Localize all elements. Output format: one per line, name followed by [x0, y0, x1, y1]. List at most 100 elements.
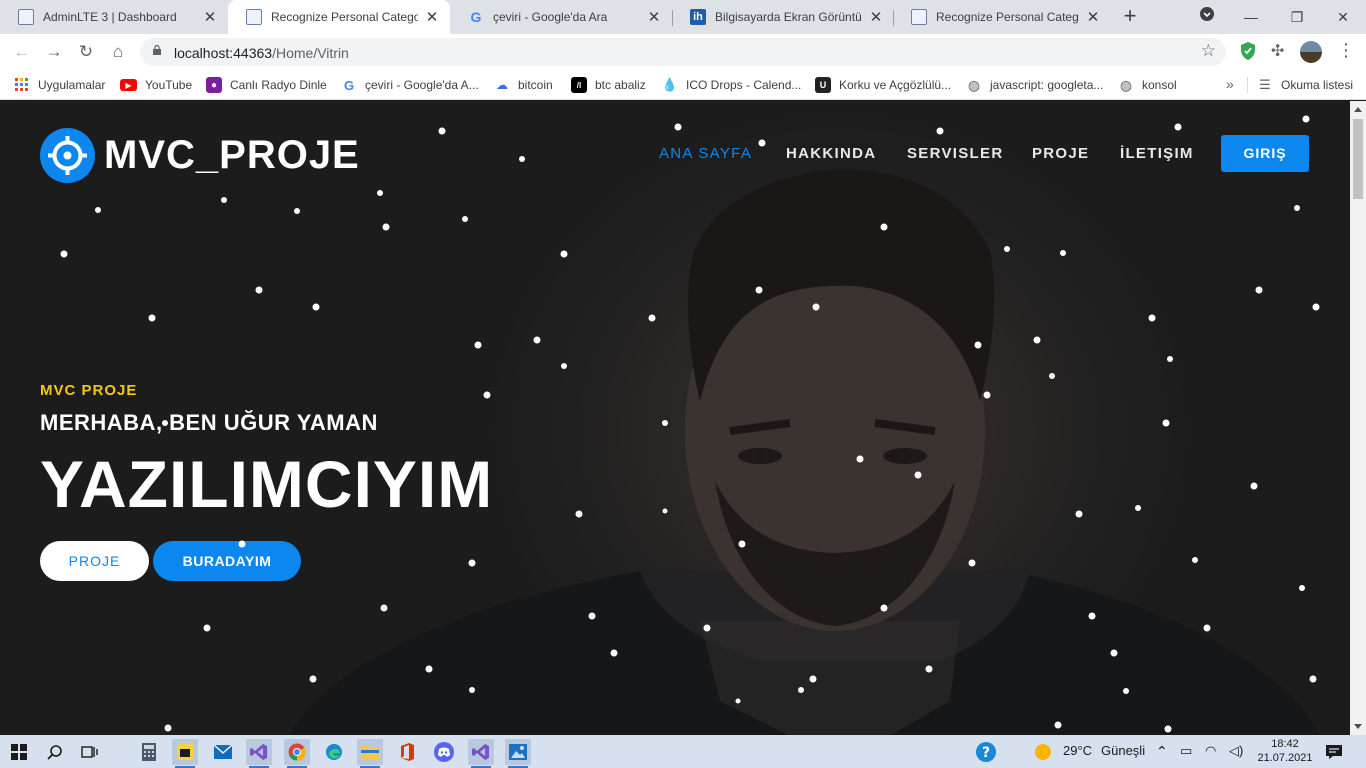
new-tab-button[interactable]: +: [1118, 4, 1142, 28]
address-bar[interactable]: localhost:44363/Home/Vitrin ☆: [140, 38, 1226, 66]
browser-menu-icon[interactable]: ⋮: [1336, 40, 1356, 61]
restore-button[interactable]: ❐: [1274, 0, 1320, 34]
wifi-icon[interactable]: ◠: [1205, 743, 1216, 759]
file-explorer-icon[interactable]: [357, 739, 383, 768]
document-icon: [911, 9, 927, 25]
tray-chevron-up-icon[interactable]: ⌃: [1156, 743, 1168, 760]
url-text: localhost:44363/Home/Vitrin: [174, 45, 349, 61]
mail-icon[interactable]: [210, 739, 236, 765]
bookmark-label: Korku ve Açgözlülü...: [839, 78, 952, 92]
speaker-icon[interactable]: ◁): [1229, 743, 1243, 759]
tab-title: Bilgisayarda Ekran Görüntüsü: [715, 10, 862, 24]
proje-button[interactable]: PROJE: [40, 541, 149, 581]
bookmark-youtube[interactable]: ▶ YouTube: [120, 76, 192, 94]
bookmark-label: bitcoin: [518, 78, 553, 92]
tab-google-search[interactable]: G çeviri - Google'da Ara ✕: [450, 0, 672, 34]
document-icon: [246, 9, 262, 25]
bookmark-fear-greed[interactable]: U Korku ve Açgözlülü...: [815, 76, 951, 94]
hero-section: MVC_PROJE ANA SAYFA HAKKINDA SERVISLER P…: [0, 101, 1350, 735]
back-arrow-icon[interactable]: ←: [10, 40, 34, 64]
shield-extension-icon[interactable]: [1239, 41, 1257, 61]
nav-proje[interactable]: PROJE: [1032, 145, 1089, 162]
google-icon: G: [470, 9, 482, 25]
bookmarks-bar: Uygulamalar ▶ YouTube ● Canlı Radyo Dinl…: [0, 70, 1366, 100]
site-logo[interactable]: MVC_PROJE: [40, 128, 360, 183]
bookmark-konsol[interactable]: ◍ konsol: [1118, 76, 1177, 94]
edge-icon[interactable]: [321, 739, 347, 765]
page-scrollbar[interactable]: [1350, 101, 1366, 735]
reload-icon[interactable]: ↻: [74, 40, 98, 64]
close-icon[interactable]: ✕: [868, 8, 884, 26]
bookmark-bitcoin[interactable]: ☁ bitcoin: [494, 76, 553, 94]
browser-toolbar: ← → ↻ ⌂ localhost:44363/Home/Vitrin ☆ ✣ …: [0, 34, 1366, 70]
bookmark-label: btc abaliz: [595, 78, 646, 92]
windows-taskbar: ? 29°C Güneşli ⌃ ▭ ◠ ◁) 18:42 21.07.2021: [0, 735, 1366, 768]
weather-temperature[interactable]: 29°C: [1063, 743, 1092, 758]
nav-hakkinda[interactable]: HAKKINDA: [786, 145, 876, 162]
tab-screenshot-article[interactable]: ih Bilgisayarda Ekran Görüntüsü ✕: [672, 0, 894, 34]
tradingview-icon: /l: [571, 77, 587, 93]
nav-servisler[interactable]: SERVISLER: [907, 145, 1003, 162]
profile-avatar[interactable]: [1300, 41, 1322, 63]
home-icon[interactable]: ⌂: [106, 40, 130, 64]
lock-icon: [153, 45, 161, 55]
visual-studio-icon[interactable]: [246, 739, 272, 768]
tab-title: Recognize Personal Category: [936, 10, 1079, 24]
extensions-puzzle-icon[interactable]: ✣: [1271, 41, 1284, 61]
scrollbar-thumb[interactable]: [1353, 119, 1363, 199]
system-clock[interactable]: 18:42 21.07.2021: [1252, 737, 1318, 765]
svg-text:?: ?: [982, 745, 990, 761]
bookmark-btc-abaliz[interactable]: /l btc abaliz: [571, 76, 646, 94]
bookmark-google-ceviri[interactable]: G çeviri - Google'da A...: [341, 76, 479, 94]
bookmark-javascript[interactable]: ◍ javascript: googleta...: [966, 76, 1104, 94]
discord-icon[interactable]: [431, 739, 457, 765]
close-icon[interactable]: ✕: [1085, 8, 1101, 26]
bitcoin-icon: ☁: [496, 78, 508, 92]
scroll-up-arrow-icon[interactable]: [1354, 107, 1362, 112]
globe-icon: ◍: [1119, 76, 1133, 93]
crosshair-logo-icon: [40, 128, 95, 183]
chrome-icon[interactable]: [284, 739, 310, 768]
scroll-down-arrow-icon[interactable]: [1354, 724, 1362, 729]
calculator-icon[interactable]: [136, 739, 162, 765]
office-icon[interactable]: [394, 739, 420, 765]
bookmark-radio[interactable]: ● Canlı Radyo Dinle: [206, 76, 327, 94]
login-button[interactable]: GIRIŞ: [1221, 135, 1309, 172]
tab-admin-dashboard[interactable]: AdminLTE 3 | Dashboard ✕: [0, 0, 228, 34]
search-icon[interactable]: [42, 739, 68, 765]
meet-now-icon[interactable]: ▭: [1180, 743, 1192, 759]
nav-ana-sayfa[interactable]: ANA SAYFA: [659, 145, 752, 162]
buradayim-button[interactable]: BURADAYIM: [153, 541, 301, 581]
bookmarks-overflow-icon[interactable]: »: [1226, 76, 1234, 92]
forward-arrow-icon[interactable]: →: [42, 40, 66, 64]
sticky-notes-icon[interactable]: [172, 739, 198, 768]
minimize-button[interactable]: —: [1228, 0, 1274, 34]
close-icon[interactable]: ✕: [424, 8, 440, 26]
sun-weather-icon: [1030, 739, 1056, 765]
apps-grid-icon: [14, 77, 30, 93]
radio-icon: ●: [206, 77, 222, 93]
bookmark-label: konsol: [1142, 78, 1177, 92]
bookmark-ico-drops[interactable]: 💧 ICO Drops - Calend...: [662, 76, 801, 94]
close-icon[interactable]: ✕: [202, 8, 218, 26]
notification-center-icon[interactable]: [1321, 739, 1347, 765]
visual-studio-2-icon[interactable]: [468, 739, 494, 768]
tab-title: çeviri - Google'da Ara: [493, 10, 608, 24]
tab-search-button[interactable]: [1184, 0, 1230, 34]
task-view-icon[interactable]: [77, 739, 103, 765]
tab-recognize-2[interactable]: Recognize Personal Category ✕: [893, 0, 1111, 34]
bookmark-apps[interactable]: Uygulamalar: [14, 76, 105, 94]
nav-iletisim[interactable]: İLETIŞIM: [1120, 145, 1194, 162]
help-icon[interactable]: ?: [973, 739, 999, 765]
reading-list-button[interactable]: ☰ Okuma listesi: [1257, 76, 1353, 94]
windows-start-icon[interactable]: [6, 739, 32, 765]
bookmark-star-icon[interactable]: ☆: [1201, 41, 1216, 61]
close-window-button[interactable]: ✕: [1320, 0, 1366, 34]
weather-condition[interactable]: Güneşli: [1101, 743, 1145, 758]
photos-icon[interactable]: [505, 739, 531, 768]
close-icon[interactable]: ✕: [646, 8, 662, 26]
tab-recognize-active[interactable]: Recognize Personal Category ✕: [228, 0, 450, 34]
site-logo-text: MVC_PROJE: [104, 133, 360, 177]
document-icon: [18, 9, 34, 25]
bookmark-label: Uygulamalar: [38, 78, 106, 92]
